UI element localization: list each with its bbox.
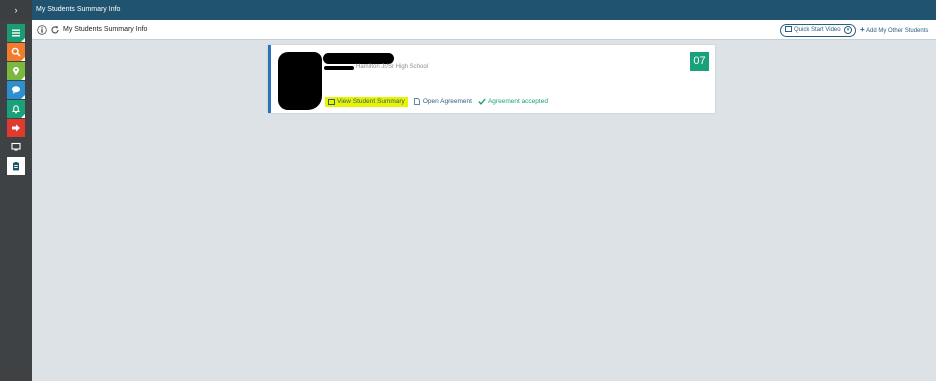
search-icon: [11, 47, 21, 57]
top-bar: › My Students Summary Info: [0, 0, 936, 20]
document-icon: [413, 98, 420, 105]
agreement-status: Agreement accepted: [478, 98, 548, 105]
card-actions: View Student Summary Open Agreement Agre…: [325, 96, 548, 107]
sidebar-display-button[interactable]: [7, 138, 25, 156]
corner-indicator: [21, 114, 25, 118]
add-other-students-label: Add My Other Students: [866, 28, 929, 34]
open-agreement-label: Open Agreement: [422, 98, 472, 105]
school-name: Hamilton Jr/Sr High School: [356, 64, 429, 70]
sidebar-messages-button[interactable]: [7, 81, 25, 99]
sidebar: [0, 20, 32, 381]
add-other-students-button[interactable]: + Add My Other Students: [860, 20, 936, 41]
map-pin-icon: [13, 66, 19, 76]
view-student-summary-label: View Student Summary: [337, 97, 405, 105]
expand-sidebar-button[interactable]: ›: [0, 0, 32, 20]
quick-start-video-label: Quick Start Video: [794, 27, 841, 33]
checkmark-icon: [478, 98, 486, 105]
info-icon: [37, 25, 47, 35]
corner-indicator: [21, 57, 25, 61]
monitor-icon: [11, 142, 21, 151]
refresh-icon: [51, 26, 59, 34]
redacted-student-photo: [278, 52, 322, 110]
agreement-status-label: Agreement accepted: [487, 98, 548, 105]
chat-icon: [12, 86, 20, 94]
sidebar-menu-button[interactable]: [7, 24, 25, 42]
quick-start-video-dropdown[interactable]: Quick Start Video ▾: [780, 24, 856, 37]
video-icon: [785, 26, 792, 32]
summary-icon: [328, 98, 335, 105]
refresh-button[interactable]: [49, 24, 61, 36]
breadcrumb: My Students Summary Info: [63, 26, 148, 33]
redacted-student-name: [323, 53, 394, 64]
sidebar-sign-out-button[interactable]: [7, 119, 25, 137]
view-student-summary-button[interactable]: View Student Summary: [325, 96, 408, 107]
info-button[interactable]: [36, 24, 48, 36]
grade-badge: 07: [690, 52, 709, 71]
redacted-student-id: [324, 66, 354, 70]
sign-out-icon: [12, 124, 20, 132]
menu-icon: [12, 29, 20, 37]
bell-icon: [11, 105, 21, 114]
open-agreement-link[interactable]: Open Agreement: [413, 98, 472, 105]
clipboard-icon: [13, 162, 19, 171]
student-card: Hamilton Jr/Sr High School 07 View Stude…: [268, 45, 715, 113]
sidebar-location-button[interactable]: [7, 62, 25, 80]
chevron-right-icon: ›: [14, 5, 18, 15]
corner-indicator: [21, 38, 25, 42]
corner-indicator: [21, 95, 25, 99]
sidebar-summary-button[interactable]: [7, 157, 25, 175]
window-title: My Students Summary Info: [36, 6, 121, 13]
sidebar-notifications-button[interactable]: [7, 100, 25, 118]
sidebar-search-button[interactable]: [7, 43, 25, 61]
chevron-down-icon: ▾: [844, 26, 852, 34]
toolbar: My Students Summary Info Quick Start Vid…: [32, 20, 936, 40]
plus-icon: +: [860, 25, 865, 34]
corner-indicator: [21, 76, 25, 80]
